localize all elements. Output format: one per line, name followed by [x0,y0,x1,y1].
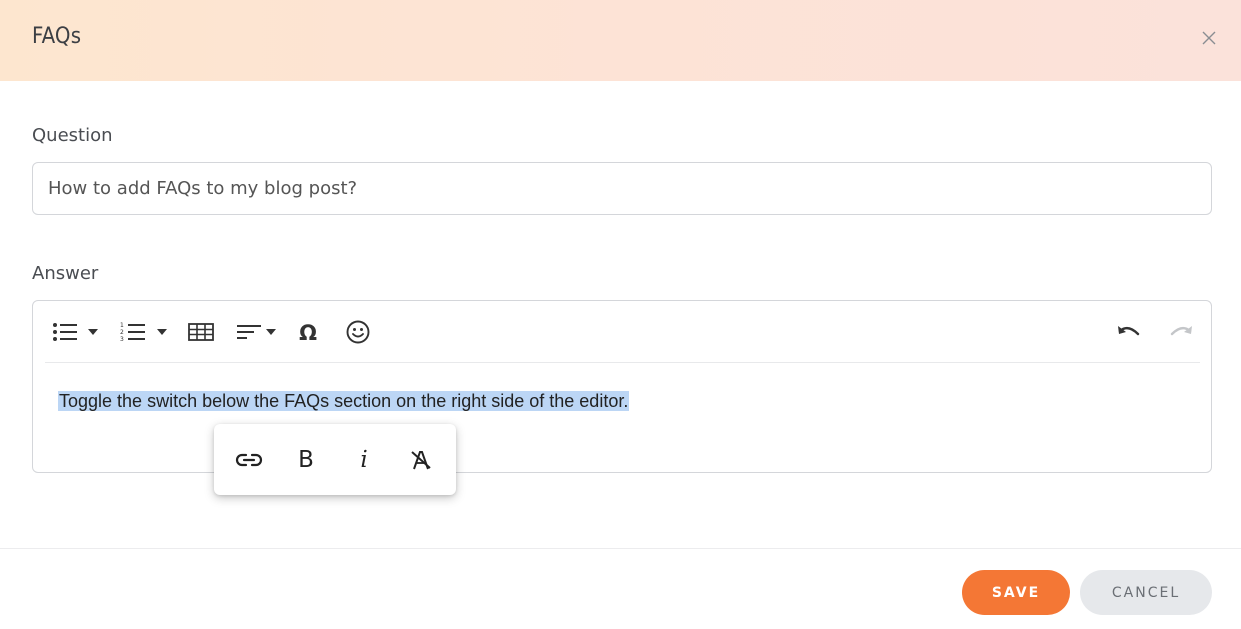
caret-down-icon [88,329,98,335]
editor-content[interactable]: Toggle the switch below the FAQs section… [58,387,630,415]
editor-toolbar: 1 2 3 Ω [45,301,1200,363]
redo-button[interactable] [1167,317,1195,347]
svg-text:3: 3 [120,336,124,342]
redo-icon [1170,326,1192,336]
undo-icon [1118,326,1140,336]
cancel-button[interactable]: CANCEL [1080,570,1212,615]
modal-header: FAQs [0,0,1241,81]
bold-button[interactable]: B [290,444,322,476]
faq-modal: FAQs Question Answer 1 2 [0,0,1241,629]
inline-format-toolbar: B i [214,424,456,495]
svg-text:1: 1 [120,322,124,329]
omega-icon: Ω [299,321,317,343]
close-icon [1202,31,1216,45]
undo-button[interactable] [1115,317,1143,347]
bulleted-list-dropdown[interactable] [85,317,101,347]
bulleted-list-button[interactable] [51,317,79,347]
answer-editor[interactable]: 1 2 3 Ω Toggle the switch below the FAQs… [32,300,1212,473]
caret-down-icon [157,329,167,335]
save-button[interactable]: SAVE [962,570,1070,615]
numbered-list-dropdown[interactable] [154,317,170,347]
clear-format-icon [411,451,431,470]
table-icon [188,323,214,341]
numbered-list-icon: 1 2 3 [120,322,145,342]
answer-label: Answer [32,263,99,284]
modal-title: FAQs [32,24,82,49]
insert-link-button[interactable] [233,444,265,476]
emoji-icon [346,320,370,344]
emoji-button[interactable] [345,317,371,347]
question-label: Question [32,125,113,146]
italic-button[interactable]: i [348,444,380,476]
svg-text:Ω: Ω [299,321,317,343]
footer-divider [0,548,1241,549]
special-characters-button[interactable]: Ω [295,317,321,347]
svg-text:2: 2 [120,329,124,336]
numbered-list-button[interactable]: 1 2 3 [119,317,147,347]
align-icon [237,325,261,339]
align-dropdown[interactable] [263,317,279,347]
bulleted-list-icon [53,323,77,341]
table-button[interactable] [187,317,215,347]
caret-down-icon [266,329,276,335]
clear-formatting-button[interactable] [405,444,437,476]
question-input[interactable] [32,162,1212,215]
link-icon [235,453,263,467]
selected-text[interactable]: Toggle the switch below the FAQs section… [58,391,630,411]
close-button[interactable] [1198,27,1220,49]
align-button[interactable] [235,317,263,347]
